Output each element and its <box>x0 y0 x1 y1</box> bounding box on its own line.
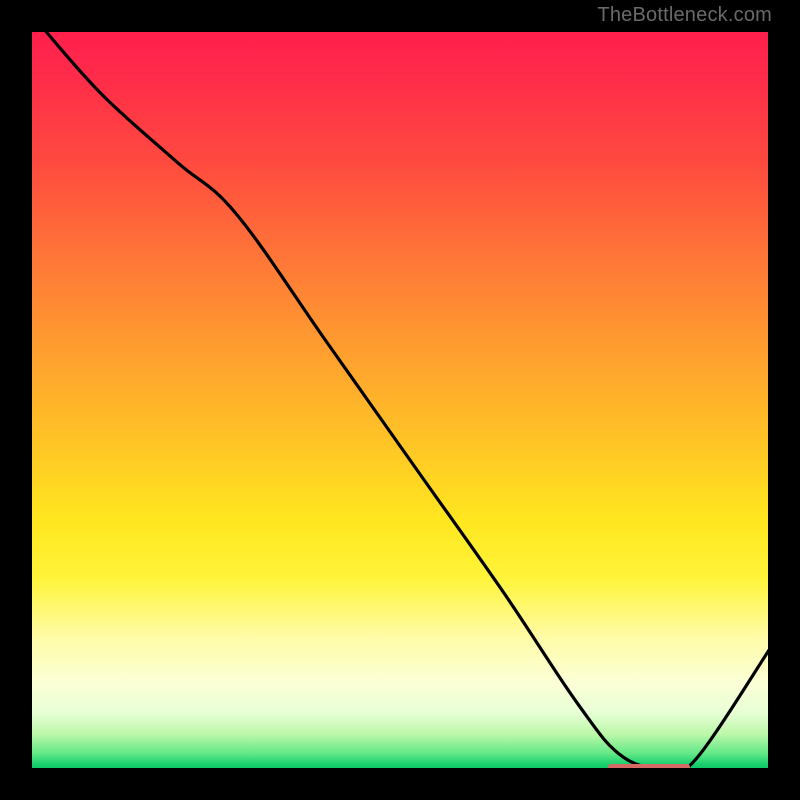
chart-frame: TheBottleneck.com <box>0 0 800 800</box>
bottleneck-curve <box>28 28 772 772</box>
optimal-range-marker <box>608 764 690 772</box>
watermark-text: TheBottleneck.com <box>597 4 772 27</box>
plot-area <box>28 28 772 772</box>
curve-path <box>43 28 772 771</box>
